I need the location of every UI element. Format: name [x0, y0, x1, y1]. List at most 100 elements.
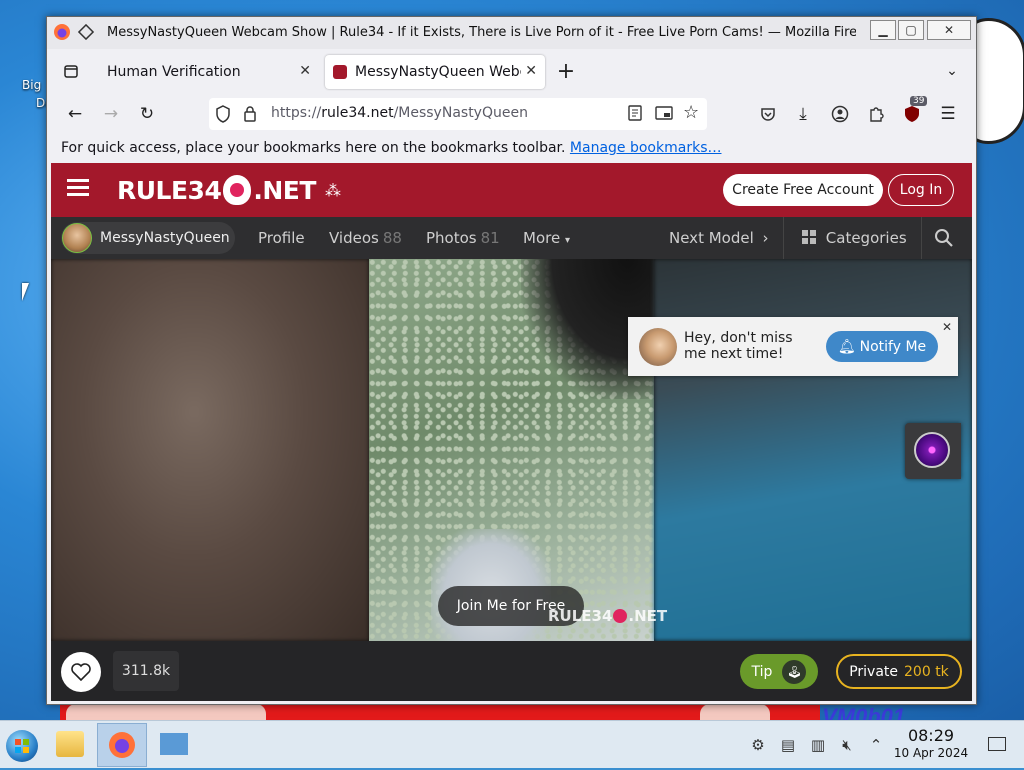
window-titlebar[interactable]: MessyNastyQueen Webcam Show | Rule34 - I… — [47, 17, 976, 49]
extensions-puzzle-icon[interactable] — [864, 102, 888, 126]
tab-human-verification[interactable]: Human Verification ✕ — [95, 55, 319, 89]
url-path: /MessyNastyQueen — [393, 105, 528, 121]
start-button[interactable] — [6, 730, 38, 762]
list-all-tabs-icon[interactable]: ⌄ — [940, 59, 964, 83]
player-footer: 311.8k Tip 🕹︎ Private 200 tk — [51, 641, 972, 701]
categories-button[interactable]: Categories — [802, 229, 907, 249]
logo-lips-icon — [223, 175, 252, 205]
tip-button[interactable]: Tip 🕹︎ — [740, 654, 818, 689]
logo-text-right: .NET — [253, 175, 316, 205]
control-panel-taskbar-icon[interactable] — [158, 731, 190, 757]
volume-muted-tray-icon[interactable]: 🔇︎ — [837, 735, 857, 755]
desktop-icon-label[interactable]: Big — [22, 78, 41, 92]
tab-label: Human Verification — [107, 64, 241, 80]
window-menu-icon[interactable] — [75, 21, 97, 43]
forward-button[interactable]: → — [99, 102, 123, 126]
firefox-window: MessyNastyQueen Webcam Show | Rule34 - I… — [46, 16, 977, 705]
site-logo[interactable]: RULE34 .NET — [117, 173, 316, 207]
next-model-link[interactable]: Next Model › — [669, 229, 769, 247]
windows-logo-icon — [15, 739, 29, 753]
clock-date: 10 Apr 2024 — [893, 746, 969, 760]
app-menu-hamburger-icon[interactable]: ☰ — [936, 102, 960, 126]
back-button[interactable]: ← — [63, 102, 87, 126]
network-tray-icon[interactable]: ⚙︎ — [748, 735, 768, 755]
nav-more[interactable]: More ▾ — [523, 229, 570, 247]
url-host: rule34.net — [321, 105, 394, 121]
reload-button[interactable]: ↻ — [135, 102, 159, 126]
likes-count: 311.8k — [113, 651, 179, 691]
new-tab-button[interactable]: + — [554, 59, 578, 84]
downloads-icon[interactable]: ⤓ — [791, 102, 815, 126]
video-watermark: RULE34 .NET — [548, 607, 667, 625]
pocket-icon[interactable] — [756, 102, 780, 126]
watermark-lips-icon — [613, 609, 628, 623]
tip-token-icon: 🕹︎ — [782, 659, 807, 684]
login-button[interactable]: Log In — [888, 174, 954, 206]
subnav-divider — [783, 217, 784, 259]
navigation-toolbar: ← → ↻ https://rule34.net/MessyNastyQueen… — [47, 93, 976, 135]
file-manager-taskbar-icon[interactable] — [56, 731, 84, 757]
nav-photos[interactable]: Photos 81 — [426, 229, 500, 247]
bookmarks-hint-text: For quick access, place your bookmarks h… — [61, 140, 566, 156]
site-menu-hamburger-icon[interactable] — [67, 179, 89, 197]
nav-videos-count: 88 — [382, 229, 402, 247]
account-icon[interactable] — [828, 102, 852, 126]
like-heart-button[interactable] — [61, 652, 101, 692]
categories-label: Categories — [825, 229, 907, 247]
bell-icon: 🔔︎ — [837, 338, 856, 355]
bookmark-star-icon[interactable]: ☆ — [683, 102, 699, 123]
desktop-icon-text-1: Big — [22, 78, 42, 92]
tab-close-icon[interactable]: ✕ — [299, 63, 311, 79]
tracking-protection-shield-icon[interactable] — [215, 105, 231, 127]
lock-icon[interactable] — [243, 105, 257, 126]
tab-strip: Human Verification ✕ MessyNastyQueen Web… — [47, 49, 976, 93]
site-favicon-icon — [333, 65, 347, 79]
tab-messynastyqueen[interactable]: MessyNastyQueen Webca ✕ — [325, 55, 545, 89]
firefox-app-icon[interactable] — [51, 21, 73, 43]
show-desktop-button[interactable] — [988, 737, 1006, 751]
nav-more-label: More — [523, 229, 561, 247]
notify-me-button[interactable]: 🔔︎ Notify Me — [826, 331, 938, 362]
clock-time: 08:29 — [907, 726, 955, 745]
tab-close-icon[interactable]: ✕ — [525, 63, 537, 79]
video-player[interactable]: Join Me for Free RULE34 .NET Hey, don't … — [51, 259, 972, 641]
extension-badge: 39 — [910, 96, 928, 106]
battery-tray-icon[interactable]: ▥ — [808, 735, 828, 755]
model-chip[interactable]: MessyNastyQueen — [61, 222, 235, 254]
nav-photos-label: Photos — [426, 229, 477, 247]
grid-icon — [802, 230, 817, 249]
manage-bookmarks-link[interactable]: Manage bookmarks… — [570, 140, 722, 156]
close-window-button[interactable]: ✕ — [927, 20, 971, 40]
url-bar[interactable]: https://rule34.net/MessyNastyQueen ☆ — [209, 98, 707, 130]
firefox-taskbar-icon[interactable] — [97, 723, 147, 767]
nav-videos[interactable]: Videos 88 — [329, 229, 402, 247]
notify-close-icon[interactable]: ✕ — [942, 320, 952, 334]
wallpaper-pink-right — [700, 704, 770, 720]
taskbar: ⚙︎ ▤ ▥ 🔇︎ ⌃ 08:29 10 Apr 2024 — [0, 720, 1024, 768]
notify-message: Hey, don't miss me next time! — [684, 330, 793, 362]
picture-in-picture-icon[interactable] — [655, 105, 673, 125]
minimize-button[interactable]: ▁ — [870, 20, 896, 40]
notify-avatar — [639, 328, 677, 366]
url-text[interactable]: https://rule34.net/MessyNastyQueen — [271, 105, 528, 121]
search-icon[interactable] — [934, 228, 954, 252]
broadcast-icon[interactable]: ⁂ — [325, 181, 341, 200]
mouse-cursor-icon — [22, 283, 36, 301]
maximize-button[interactable]: ▢ — [898, 20, 924, 40]
clock[interactable]: 08:29 10 Apr 2024 — [890, 726, 972, 760]
private-show-button[interactable]: Private 200 tk — [836, 654, 962, 689]
clipboard-tray-icon[interactable]: ▤ — [778, 735, 798, 755]
subnav-divider-2 — [921, 217, 922, 259]
create-free-account-button[interactable]: Create Free Account — [723, 174, 883, 206]
ublock-extension-icon[interactable]: 39 — [900, 96, 928, 126]
nav-videos-label: Videos — [329, 229, 379, 247]
side-widget[interactable] — [905, 423, 961, 479]
show-hidden-icons-chevron-icon[interactable]: ⌃ — [866, 735, 886, 755]
reader-view-icon[interactable] — [627, 105, 643, 125]
firefox-view-icon[interactable] — [59, 59, 83, 83]
watermark-text-right: .NET — [628, 607, 668, 625]
nav-profile[interactable]: Profile — [258, 229, 305, 247]
notify-me-label: Notify Me — [859, 338, 927, 355]
notify-popup: Hey, don't miss me next time! 🔔︎ Notify … — [628, 317, 958, 376]
video-blur-left — [51, 259, 369, 641]
